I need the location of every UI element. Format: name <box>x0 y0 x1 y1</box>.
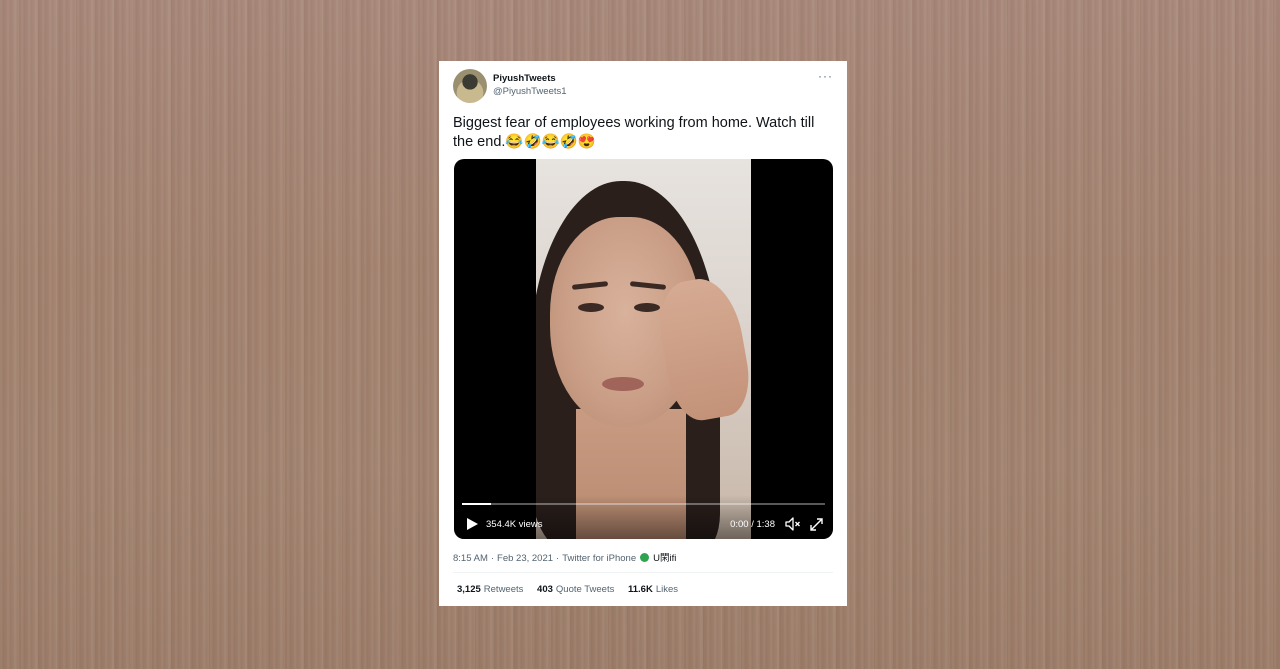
video-time: 0:00 / 1:38 <box>730 519 775 530</box>
more-options-icon[interactable]: ··· <box>818 69 833 83</box>
avatar[interactable] <box>453 69 487 103</box>
video-progress-fill <box>462 503 492 505</box>
tweet-location: U閑ifi <box>653 553 677 564</box>
tweet-source[interactable]: Twitter for iPhone <box>562 553 636 564</box>
video-frame <box>536 159 751 539</box>
tweet-card: PiyushTweets @PiyushTweets1 ··· Biggest … <box>439 61 847 606</box>
video-player[interactable]: 354.4K views 0:00 / 1:38 <box>454 159 833 539</box>
handle[interactable]: @PiyushTweets1 <box>493 86 567 97</box>
tweet-time[interactable]: 8:15 AM <box>453 553 488 564</box>
video-brow-right <box>629 281 667 290</box>
video-eye-left <box>578 303 604 312</box>
volume-icon[interactable] <box>785 516 801 532</box>
quotes-label: Quote Tweets <box>555 584 615 595</box>
likes-label: Likes <box>655 584 678 595</box>
globe-icon <box>640 553 650 562</box>
quotes-stat[interactable]: 403 Quote Tweets <box>537 584 614 595</box>
retweets-count: 3,125 <box>457 584 481 595</box>
tweet-meta: 8:15 AM · Feb 23, 2021 · Twitter for iPhone U… <box>453 550 676 564</box>
tweet-text: Biggest fear of employees working from h… <box>453 115 815 150</box>
divider <box>453 572 833 573</box>
play-icon[interactable] <box>465 517 479 531</box>
view-count: 354.4K views <box>486 519 543 530</box>
meta-separator: · <box>490 553 495 564</box>
likes-count: 11.6K <box>627 584 653 595</box>
retweets-stat[interactable]: 3,125 Retweets <box>457 584 523 595</box>
video-progress-bar[interactable] <box>462 503 825 505</box>
tweet-stats: 3,125 Retweets 403 Quote Tweets 11.6K Likes <box>457 584 689 595</box>
video-eye-right <box>634 303 660 312</box>
quotes-count: 403 <box>537 584 553 595</box>
video-brow-left <box>571 281 609 290</box>
tweet-date[interactable]: Feb 23, 2021 <box>497 553 553 564</box>
meta-separator: · <box>556 553 560 564</box>
likes-stat[interactable]: 11.6K Likes <box>628 584 678 595</box>
video-mouth <box>602 377 644 391</box>
expand-icon[interactable] <box>809 517 824 532</box>
video-controls <box>454 495 833 539</box>
display-name[interactable]: PiyushTweets <box>493 73 556 84</box>
retweets-label: Retweets <box>483 584 524 595</box>
